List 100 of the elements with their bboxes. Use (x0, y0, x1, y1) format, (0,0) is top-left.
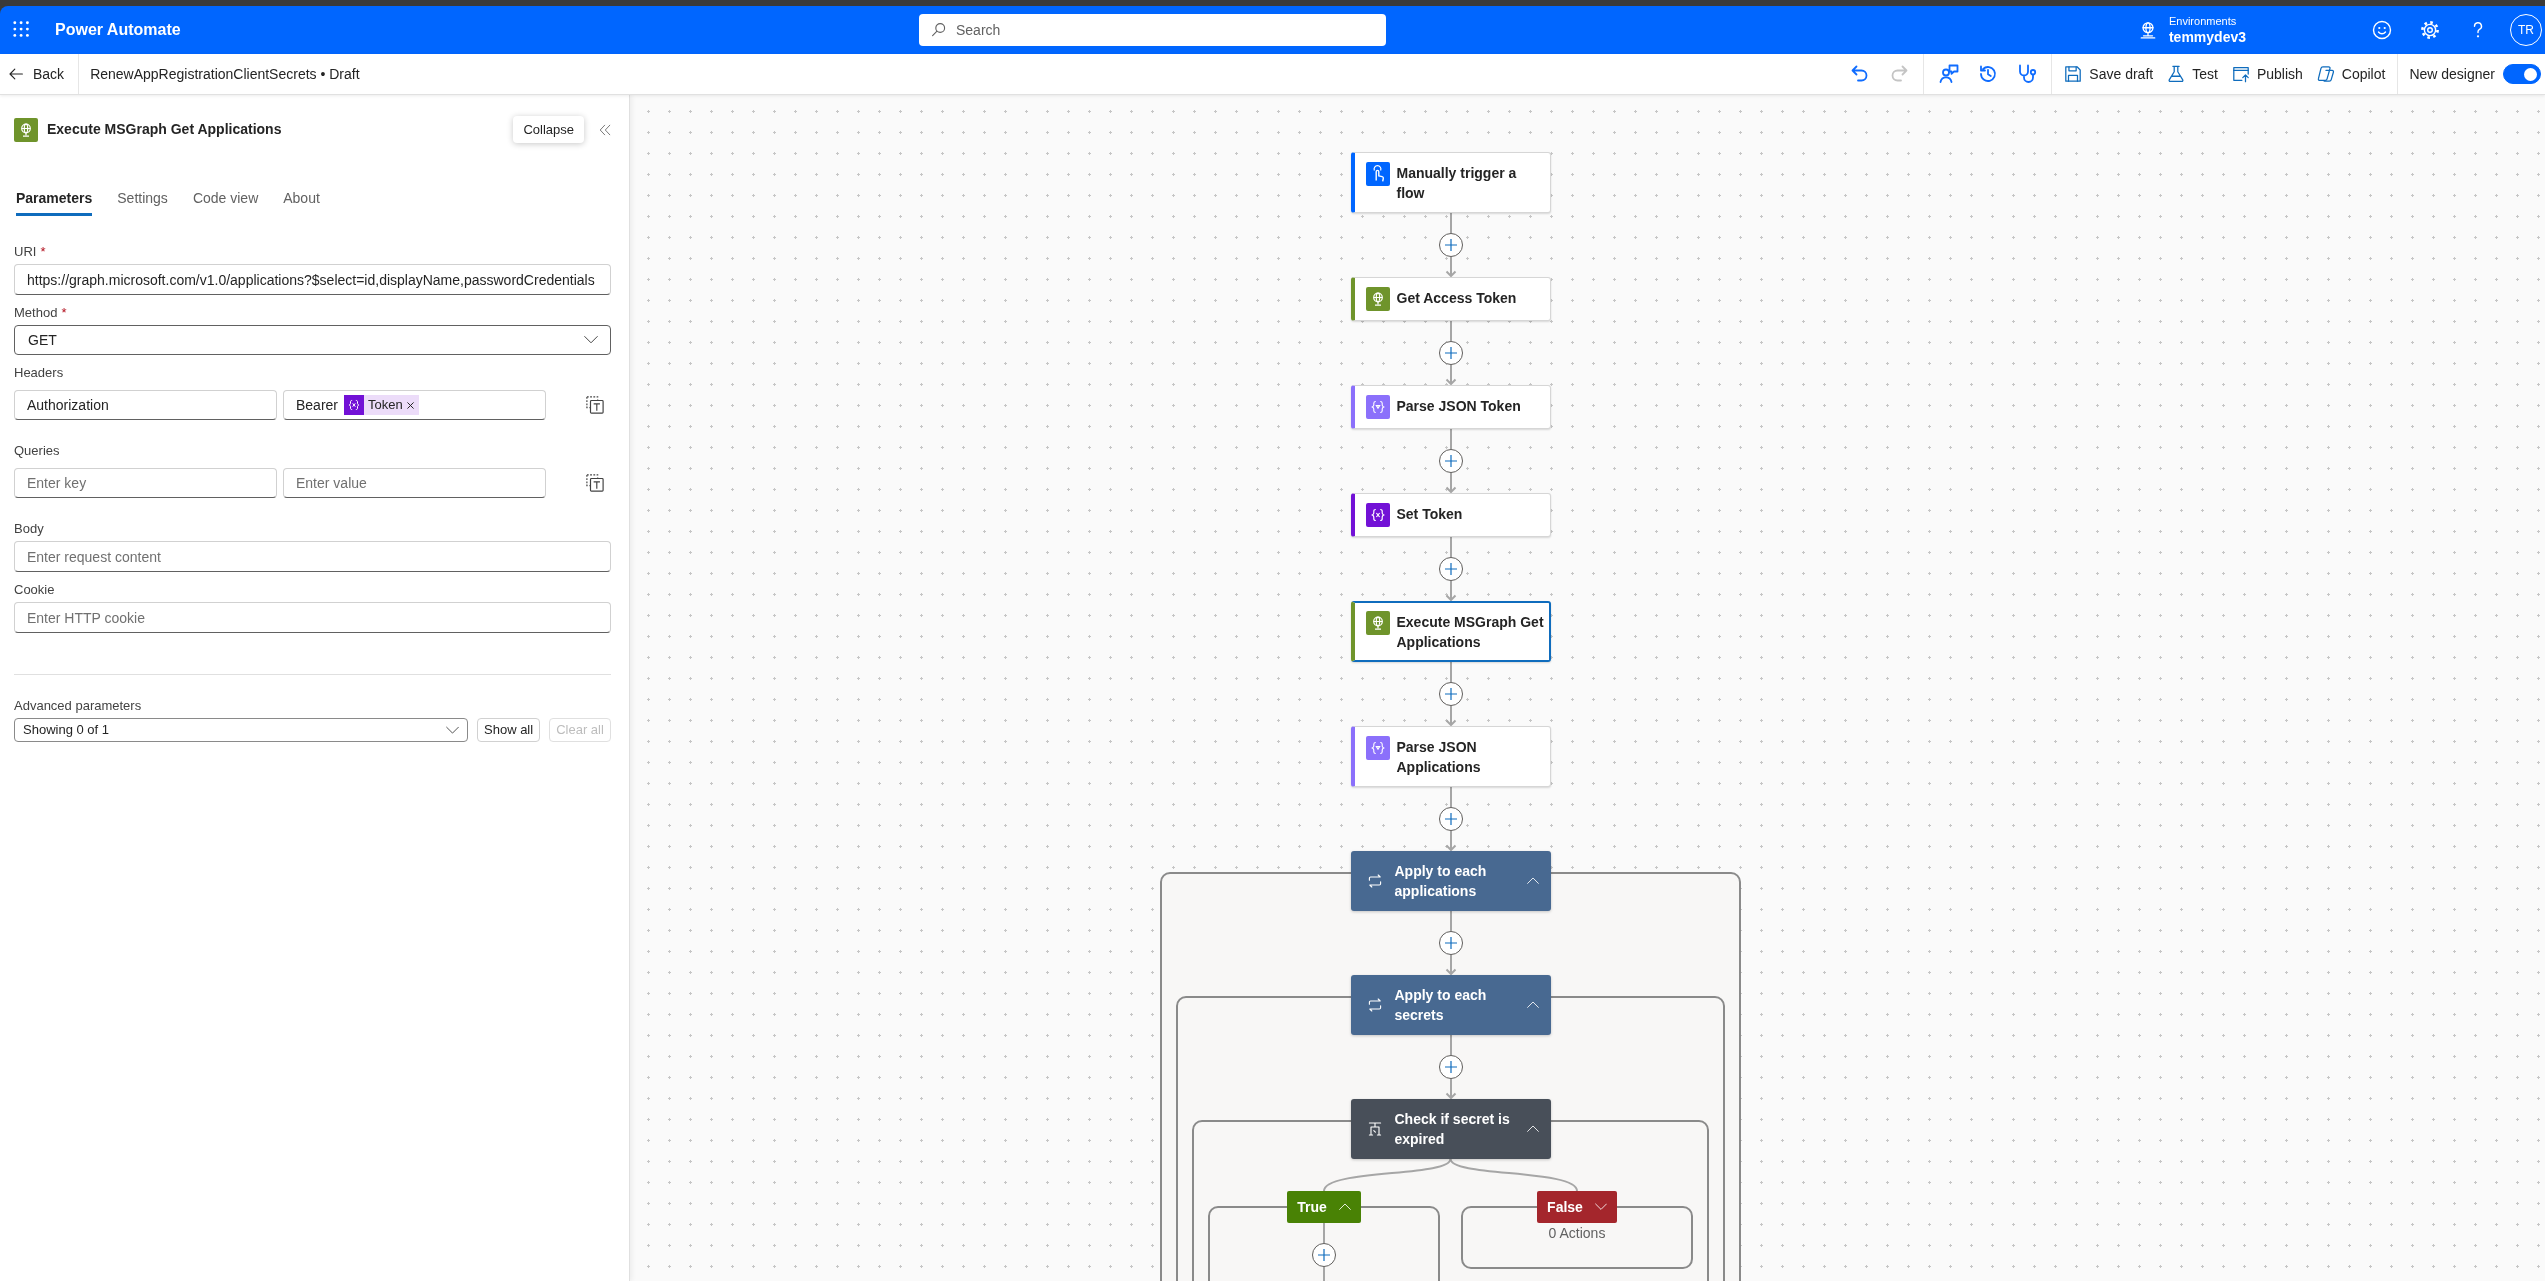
branch-label: True (1297, 1197, 1327, 1217)
panel-title: Execute MSGraph Get Applications (47, 120, 282, 139)
tooltip: Collapse (513, 116, 584, 143)
chevron-up-icon[interactable] (1526, 875, 1539, 887)
add-step-button[interactable] (1438, 557, 1463, 581)
chevron-up-icon[interactable] (1526, 1123, 1539, 1135)
plus-icon[interactable] (1444, 239, 1457, 251)
tab[interactable]: Code view (192, 180, 259, 216)
braces-icon (1365, 736, 1390, 760)
tab[interactable]: Parameters (16, 180, 93, 216)
value-input[interactable]: Bearer Token (283, 390, 546, 420)
search-field[interactable]: Search (919, 14, 1386, 46)
connector-line (1449, 911, 1452, 931)
search-icon (931, 22, 947, 38)
field-label: Queries (14, 442, 61, 460)
copilot-button[interactable]: Copilot (2309, 58, 2393, 90)
add-step-button[interactable] (1438, 449, 1463, 473)
action-card[interactable]: Parse JSON Applications (1350, 726, 1551, 787)
text-input[interactable]: Enter request content (14, 541, 611, 572)
person-chat-icon[interactable] (1938, 64, 1959, 84)
connector-line (1449, 537, 1452, 557)
chevron-up-icon[interactable] (1526, 999, 1539, 1011)
save-button[interactable]: Save draft (2057, 58, 2161, 90)
text-mode-icon[interactable] (586, 474, 604, 492)
text-mode-icon[interactable] (586, 396, 604, 414)
step-title: Get Access Token (1396, 289, 1517, 308)
chevron-up-icon[interactable] (1338, 1201, 1351, 1213)
text-input[interactable]: https://graph.microsoft.com/v1.0/applications?$select=id,displayName,passwordCredentials (14, 264, 611, 295)
value-input[interactable]: Enter value (283, 468, 546, 498)
connector-line (1449, 787, 1452, 807)
action-card[interactable]: Set Token (1350, 493, 1551, 537)
plus-icon[interactable] (1444, 347, 1457, 359)
action-card[interactable]: Parse JSON Token (1350, 385, 1551, 429)
action-card[interactable]: Execute MSGraph Get Applications (1350, 601, 1551, 662)
globe-icon[interactable] (2138, 21, 2157, 39)
step-title: Execute MSGraph Get Applications (1396, 613, 1545, 652)
dropdown[interactable]: GET (14, 325, 611, 355)
text-input[interactable]: Enter HTTP cookie (14, 602, 611, 633)
tab[interactable]: About (283, 180, 320, 216)
field-label: Headers (14, 364, 65, 382)
plus-icon[interactable] (1318, 1249, 1330, 1261)
action-count: 0 Actions (1548, 1224, 1606, 1243)
loop-icon (1366, 997, 1383, 1013)
condition-header[interactable]: Check if secret is expired (1350, 1099, 1551, 1159)
loop-header[interactable]: Apply to each applications (1350, 851, 1551, 911)
branch-label: False (1547, 1197, 1583, 1217)
publish-icon[interactable] (2231, 65, 2250, 83)
add-step-button[interactable] (1312, 1243, 1336, 1267)
stethoscope-icon[interactable] (2016, 64, 2037, 84)
plus-icon[interactable] (1444, 563, 1457, 575)
add-step-button[interactable] (1438, 682, 1463, 706)
field-label: Cookie (14, 581, 56, 599)
toggle-label: New designer (2409, 64, 2495, 84)
test-button[interactable]: Test (2160, 58, 2225, 90)
flask-icon[interactable] (2167, 65, 2186, 83)
dropdown[interactable]: Showing 0 of 1 (14, 718, 468, 742)
add-step-button[interactable] (1438, 341, 1463, 365)
history-icon[interactable] (1977, 64, 1998, 84)
tab[interactable]: Settings (117, 180, 168, 216)
undo-icon[interactable] (1849, 64, 1870, 84)
plus-icon[interactable] (1444, 1061, 1457, 1073)
toggle-switch[interactable] (2503, 64, 2541, 84)
action-button[interactable]: Show all (477, 718, 541, 742)
plus-icon[interactable] (1444, 688, 1457, 700)
plus-icon[interactable] (1444, 813, 1457, 825)
loop-header[interactable]: Apply to each secrets (1350, 975, 1551, 1035)
close-icon[interactable] (406, 401, 414, 409)
save-icon[interactable] (2064, 65, 2083, 83)
plus-icon[interactable] (1444, 937, 1457, 949)
environment-name[interactable]: temmydev3 (2168, 27, 2246, 46)
add-step-button[interactable] (1438, 233, 1463, 257)
branch-header[interactable]: False (1537, 1191, 1617, 1223)
app-title: Power Automate (55, 20, 181, 40)
back-arrow-icon[interactable] (8, 66, 24, 82)
connector-arrow (1444, 831, 1457, 851)
variable-icon (344, 395, 365, 415)
add-step-button[interactable] (1438, 807, 1463, 831)
condition-icon (1366, 1121, 1383, 1137)
action-card[interactable]: Get Access Token (1350, 277, 1551, 321)
key-input[interactable]: Enter key (14, 468, 277, 498)
step-title: Parse JSON Applications (1396, 738, 1482, 777)
step-title: Check if secret is expired (1394, 1110, 1511, 1149)
settings-icon[interactable] (2420, 20, 2440, 40)
connector-line (1323, 1223, 1325, 1243)
smiley-icon[interactable] (2372, 20, 2392, 40)
publish-button[interactable]: Publish (2224, 58, 2310, 90)
add-step-button[interactable] (1438, 1055, 1463, 1079)
double-chevron-left-icon[interactable] (599, 123, 611, 136)
back-button[interactable]: Back (0, 54, 80, 94)
field-label: Body (14, 520, 45, 538)
copilot-icon[interactable] (2316, 65, 2335, 83)
environment-label: Environments (2168, 14, 2238, 28)
token-chip[interactable]: Token (344, 395, 419, 415)
plus-icon[interactable] (1444, 455, 1457, 467)
add-step-button[interactable] (1438, 931, 1463, 955)
key-input[interactable]: Authorization (14, 390, 277, 420)
chevron-down-icon[interactable] (1594, 1201, 1607, 1213)
globe-icon (1365, 611, 1390, 635)
branch-header[interactable]: True (1287, 1191, 1361, 1223)
action-card[interactable]: Manually trigger a flow (1350, 152, 1551, 213)
